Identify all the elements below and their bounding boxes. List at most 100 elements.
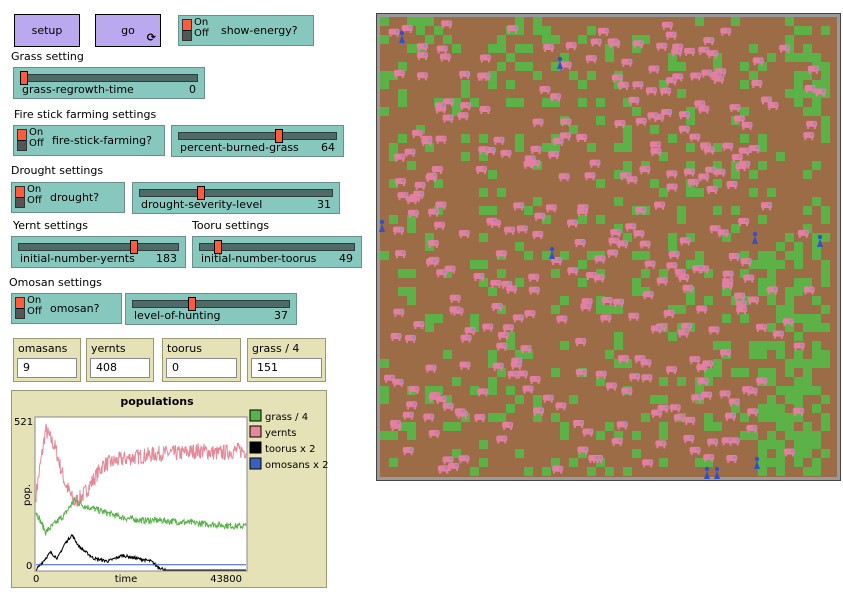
yernt-head <box>642 207 646 211</box>
yernt-head <box>698 395 702 399</box>
drought-severity-slider[interactable]: drought-severity-level 31 <box>132 182 340 214</box>
yernt-leg <box>739 224 742 227</box>
yernt-leg <box>424 419 427 422</box>
level-of-hunting-slider[interactable]: level-of-hunting 37 <box>125 293 297 325</box>
yernt-head <box>779 331 783 335</box>
yernt-head <box>433 259 437 263</box>
yernt-head <box>486 55 490 59</box>
yernt-leg <box>767 292 770 295</box>
fire-stick-switch[interactable]: On Off fire-stick-farming? <box>13 125 165 156</box>
slider-name: initial-number-toorus <box>201 252 317 265</box>
yernt-leg <box>624 427 627 430</box>
yernt-head <box>710 455 714 459</box>
grass-patch <box>821 260 830 269</box>
yernt-head <box>640 231 644 235</box>
yernt-leg <box>669 27 672 30</box>
yernt-leg <box>729 287 732 290</box>
yernt-leg <box>695 106 698 109</box>
yernt-leg <box>544 50 547 53</box>
yernt-head <box>584 205 588 209</box>
slider-track <box>139 189 333 197</box>
yernt-head <box>466 71 470 75</box>
yernt-head <box>607 315 611 319</box>
yernt-head <box>400 227 404 231</box>
yernt-leg <box>669 256 672 259</box>
grass-regrowth-slider[interactable]: grass-regrowth-time 0 <box>13 67 205 99</box>
yernt-leg <box>583 434 586 437</box>
yernt-leg <box>751 280 754 283</box>
yernt-leg <box>727 461 730 464</box>
percent-burned-slider[interactable]: percent-burned-grass 64 <box>171 125 344 157</box>
yernt-leg <box>578 210 581 213</box>
yernt-leg <box>550 400 553 403</box>
yernt-leg <box>528 351 531 354</box>
grass-patch <box>713 206 722 215</box>
yernt-leg <box>593 461 596 464</box>
yernt-leg <box>486 152 489 155</box>
yernt-leg <box>508 155 511 158</box>
yernt-head <box>755 146 759 150</box>
yernt-leg <box>651 331 654 334</box>
yernt-leg <box>691 78 694 81</box>
grass-patch <box>785 413 794 422</box>
switch-off-label: Off <box>27 195 42 206</box>
yernt-head <box>675 251 679 255</box>
yernt-head <box>657 148 661 152</box>
drought-switch[interactable]: On Off drought? <box>11 182 125 213</box>
yernt-leg <box>756 151 759 154</box>
yernt-leg <box>490 225 493 228</box>
grass-patch <box>551 368 560 377</box>
yernt-head <box>420 322 424 326</box>
setup-button-label: setup <box>31 24 63 37</box>
yernt-leg <box>636 102 639 105</box>
yernt-leg <box>442 227 445 230</box>
yernt-leg <box>735 298 738 301</box>
yernt-leg <box>742 298 745 301</box>
yernt-head <box>421 182 425 186</box>
yernt-head <box>745 219 749 223</box>
grass-patch <box>659 458 668 467</box>
yernt-leg <box>556 408 559 411</box>
monitor-title: yernts <box>91 342 126 355</box>
yernt-head <box>754 409 758 413</box>
yernt-head <box>514 371 518 375</box>
yernt-leg <box>414 407 417 410</box>
yernt-head <box>705 47 709 51</box>
yernt-head <box>601 256 605 260</box>
yernt-leg <box>553 471 556 474</box>
grass-patch <box>785 305 794 314</box>
grass-patch <box>479 134 488 143</box>
yernt-head <box>559 138 563 142</box>
yernt-leg <box>487 112 490 115</box>
plot-legend: grass / 4 yernts toorus x 2 omosans x 2 <box>249 409 328 471</box>
yernt-leg <box>457 416 460 419</box>
go-button[interactable]: go ⟳ <box>95 14 161 47</box>
grass-patch <box>794 80 803 89</box>
grass-patch <box>794 98 803 107</box>
grass-patch <box>407 296 416 305</box>
grass-patch <box>542 143 551 152</box>
grass-patch <box>695 17 704 26</box>
yernt-leg <box>498 338 501 341</box>
grass-patch <box>506 98 515 107</box>
grass-patch <box>389 431 398 440</box>
yernt-leg <box>505 338 508 341</box>
grass-patch <box>758 449 767 458</box>
yernt-head <box>657 326 661 330</box>
show-energy-switch[interactable]: On Off show-energy? <box>178 15 314 46</box>
yernt-leg <box>568 124 571 127</box>
omosan-switch[interactable]: On Off omosan? <box>11 293 122 324</box>
setup-button[interactable]: setup <box>14 14 80 47</box>
grass-patch <box>803 107 812 116</box>
grass-patch <box>758 161 767 170</box>
yernt-leg <box>553 210 556 213</box>
initial-yernts-slider[interactable]: initial-number-yernts 183 <box>11 236 186 268</box>
yernt-leg <box>561 124 564 127</box>
yernt-head <box>397 334 401 338</box>
initial-toorus-slider[interactable]: initial-number-toorus 49 <box>192 236 362 268</box>
grass-patch <box>803 440 812 449</box>
yernt-leg <box>500 368 503 371</box>
yernt-head <box>504 333 508 337</box>
legend-label: yernts <box>265 428 296 439</box>
grass-patch <box>821 116 830 125</box>
